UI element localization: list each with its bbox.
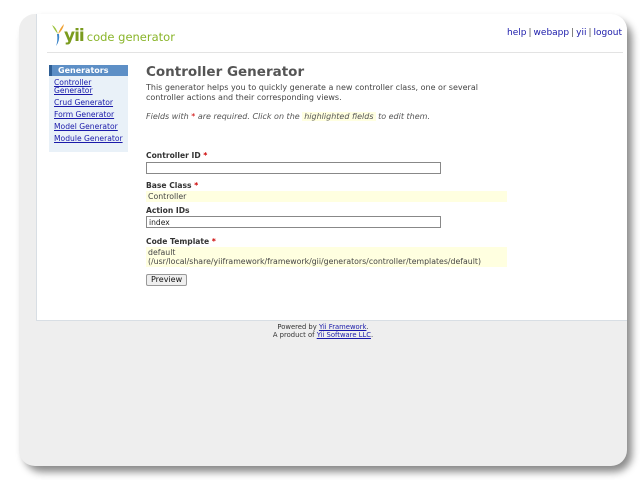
main-panel: Controller Generator This generator help… <box>146 64 546 286</box>
intro-text: This generator helps you to quickly gene… <box>146 83 478 102</box>
action-ids-label: Action IDs <box>146 206 190 215</box>
action-ids-row: Action IDs <box>146 206 441 228</box>
page-content: yii code generator help | webapp | yii | logout… <box>36 14 627 321</box>
base-class-label: Base Class * <box>146 181 199 190</box>
sidebar-list: Controller Generator Crud Generator Form… <box>49 76 128 152</box>
yii-framework-link[interactable]: Yii Framework <box>319 323 366 331</box>
browser-window: yii code generator help | webapp | yii | logout… <box>19 14 627 466</box>
sidebar-item-form-generator[interactable]: Form Generator <box>54 111 128 119</box>
required-note: Fields with * are required. Click on the… <box>146 112 546 122</box>
code-template-row: Code Template * default (/usr/local/shar… <box>146 237 507 267</box>
nav-separator: | <box>528 28 532 38</box>
required-asterisk: * <box>191 112 196 121</box>
sidebar-title: Generators <box>49 65 128 76</box>
controller-id-input[interactable] <box>146 162 441 174</box>
app-logo: yii code generator <box>64 26 175 46</box>
code-template-path: (/usr/local/share/yiiframework/framework… <box>148 257 481 266</box>
note-prefix: Fields with <box>146 112 189 121</box>
note-mid: are required. Click on the <box>197 112 300 121</box>
yii-software-link[interactable]: Yii Software LLC <box>317 331 371 339</box>
top-nav: help | webapp | yii | logout <box>507 28 622 38</box>
base-class-row: Base Class * Controller <box>146 181 507 202</box>
nav-separator: | <box>571 28 575 38</box>
footer-powered: Powered by Yii Framework. <box>277 323 369 331</box>
nav-webapp-link[interactable]: webapp <box>534 28 570 38</box>
header-divider <box>47 52 623 53</box>
note-suffix: to edit them. <box>378 112 431 121</box>
note-highlight: highlighted fields <box>302 112 376 121</box>
sidebar-item-crud-generator[interactable]: Crud Generator <box>54 99 128 107</box>
nav-yii-link[interactable]: yii <box>576 28 586 38</box>
page-title: Controller Generator <box>146 64 305 80</box>
footer: Powered by Yii Framework. A product of Y… <box>19 323 627 339</box>
sidebar-item-model-generator[interactable]: Model Generator <box>54 123 128 131</box>
logo-word: yii <box>64 26 85 46</box>
controller-id-label: Controller ID * <box>146 151 208 160</box>
sidebar-item-controller-generator[interactable]: Controller Generator <box>54 79 94 95</box>
nav-logout-link[interactable]: logout <box>594 28 622 38</box>
logo-subtitle: code generator <box>86 30 175 44</box>
nav-separator: | <box>588 28 592 38</box>
footer-product: A product of Yii Software LLC. <box>272 331 374 339</box>
nav-help-link[interactable]: help <box>507 28 526 38</box>
sidebar-item-module-generator[interactable]: Module Generator <box>54 135 128 143</box>
base-class-field[interactable]: Controller <box>146 191 507 202</box>
controller-id-row: Controller ID * <box>146 151 441 174</box>
code-template-field[interactable]: default (/usr/local/share/yiiframework/f… <box>146 247 507 267</box>
code-template-name: default <box>148 248 176 257</box>
preview-button[interactable]: Preview <box>146 274 188 286</box>
code-template-label: Code Template * <box>146 237 216 246</box>
sidebar: Generators Controller Generator Crud Gen… <box>49 65 128 152</box>
action-ids-input[interactable] <box>146 216 441 228</box>
yii-logo-icon <box>52 24 64 46</box>
